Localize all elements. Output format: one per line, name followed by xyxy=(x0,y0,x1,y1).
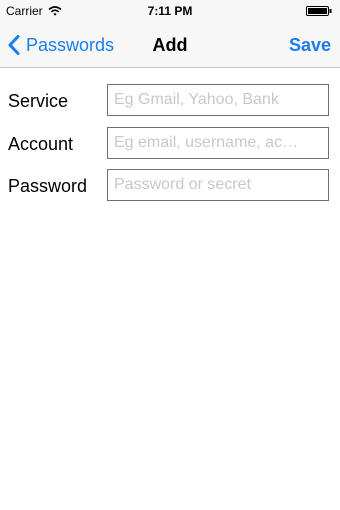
account-label: Account xyxy=(8,134,74,154)
service-row: Service xyxy=(0,84,340,118)
status-time: 7:11 PM xyxy=(147,4,193,18)
back-button-label: Passwords xyxy=(26,34,115,55)
battery-icon xyxy=(306,6,332,16)
account-row: Account xyxy=(0,127,340,161)
chevron-left-icon xyxy=(8,35,20,55)
status-bar: Carrier 7:11 PM xyxy=(0,0,340,22)
password-input[interactable] xyxy=(107,169,329,201)
navigation-bar: Passwords Add Save xyxy=(0,22,340,68)
password-label: Password xyxy=(8,176,88,196)
service-input[interactable] xyxy=(107,84,329,116)
service-label: Service xyxy=(8,91,69,111)
save-button[interactable]: Save xyxy=(289,22,331,68)
back-button[interactable]: Passwords xyxy=(8,22,114,68)
password-row: Password xyxy=(0,169,340,203)
account-input[interactable] xyxy=(107,127,329,159)
